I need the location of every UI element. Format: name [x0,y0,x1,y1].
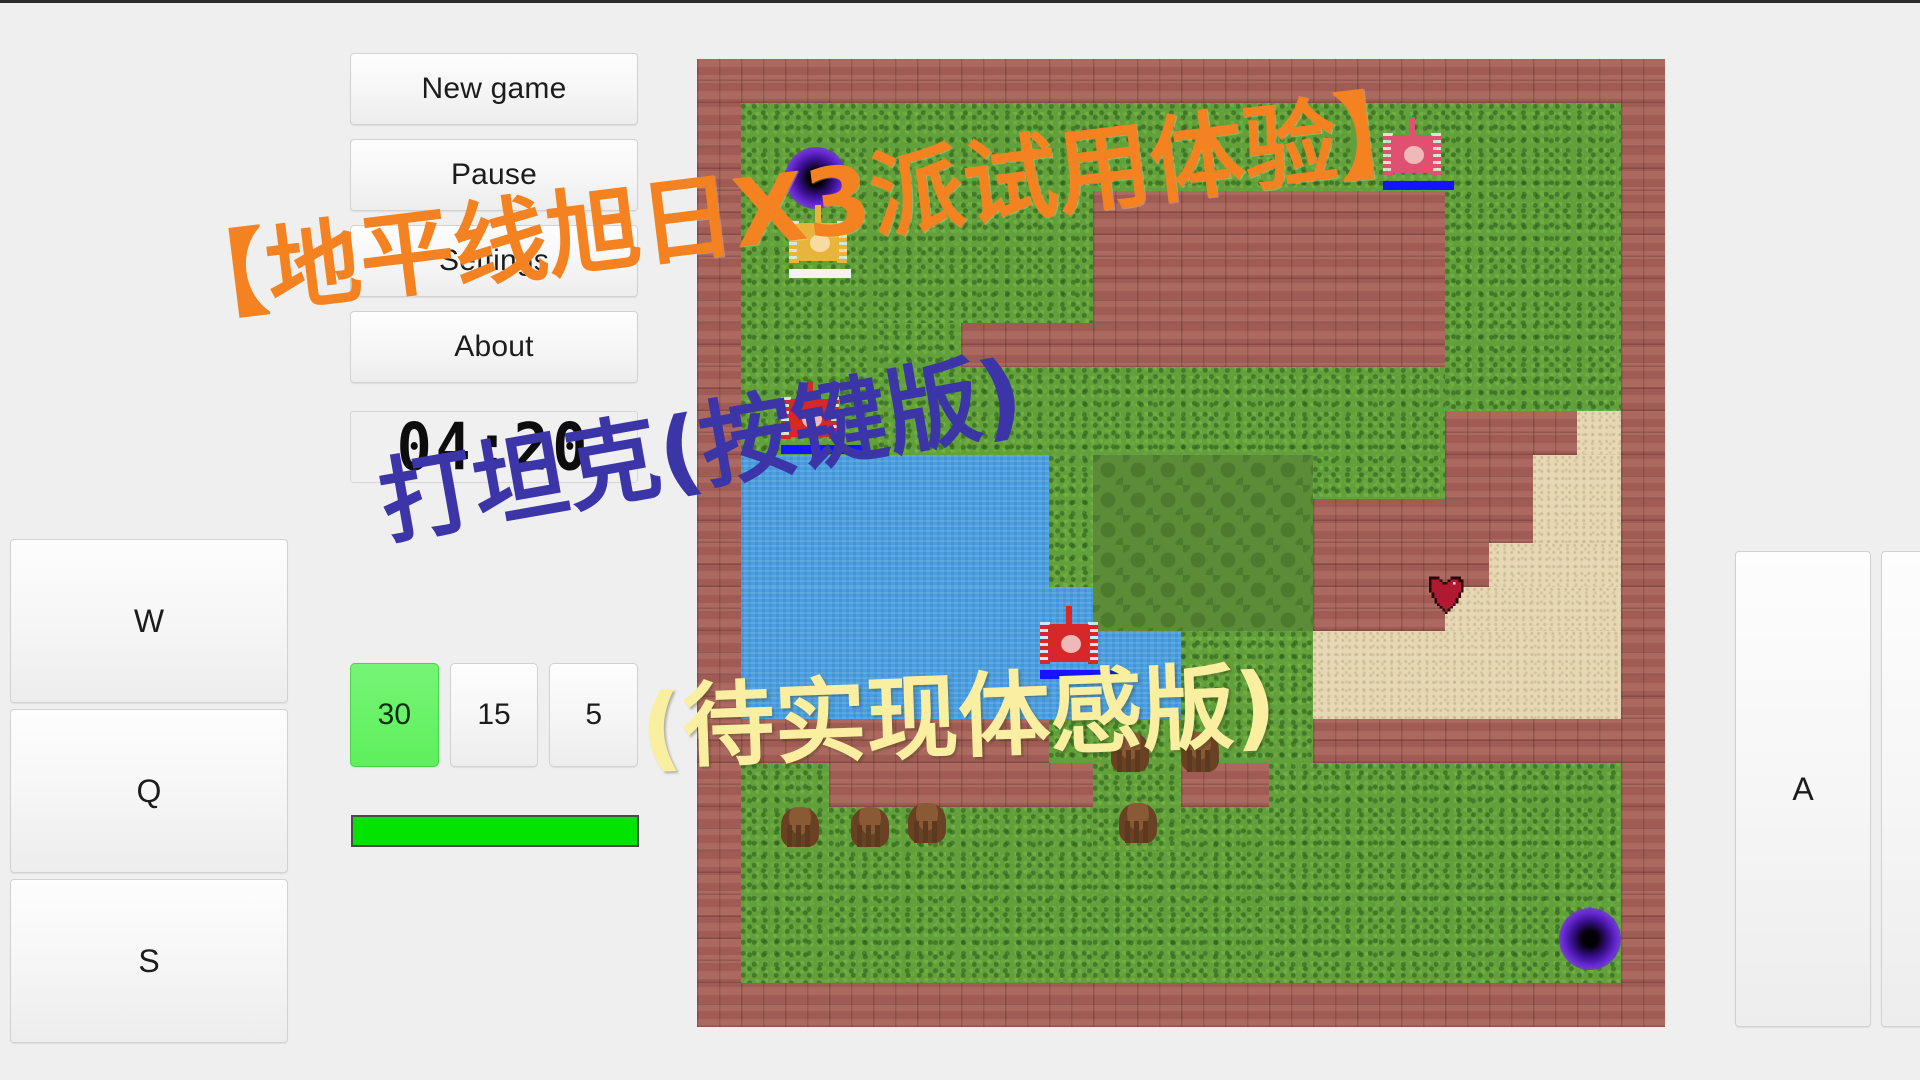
pause-button[interactable]: Pause [350,139,638,211]
tank-barrel [1066,605,1073,626]
key-a-button[interactable]: A [1735,551,1871,1027]
settings-button[interactable]: Settings [350,225,638,297]
game-board[interactable] [697,59,1665,1027]
new-game-button[interactable]: New game [350,53,638,125]
grass-tile [829,807,1269,983]
tank-health-bar [780,445,865,455]
bush-tile [1093,455,1313,631]
right-keypad: A [1735,551,1920,1027]
tree-stump-sprite [851,807,889,847]
tank-turret [799,408,824,431]
portal-sprite [1559,908,1621,970]
about-button[interactable]: About [350,311,638,383]
tank-health-bar [1040,669,1124,679]
key-secondary-button[interactable] [1881,551,1920,1027]
progress-bar-fill [353,817,637,845]
grass-tile [873,103,1093,323]
game-app-window: New game Pause Settings About 04:20 30 1… [0,0,1920,1080]
tree-stump-sprite [1181,732,1219,773]
grass-tile [741,763,829,983]
timer-value: 04:20 [396,408,592,486]
heart-pickup-icon [1423,574,1467,614]
left-keypad: W Q S [10,539,288,1049]
water-tile [741,455,1049,587]
tank-sprite [789,205,848,265]
tree-stump-sprite [1119,802,1158,843]
speed-option-5[interactable]: 5 [549,663,639,767]
tank-turret [1059,632,1084,655]
game-board-canvas[interactable] [697,59,1665,1027]
tank-barrel [815,205,822,226]
portal-sprite [785,147,847,209]
tank-sprite [780,381,839,441]
tank-barrel [806,381,813,402]
tree-stump-sprite [1110,732,1149,773]
key-s-button[interactable]: S [10,879,288,1043]
grass-tile [1445,103,1621,411]
game-timer-panel: 04:20 [350,411,638,483]
tank-sprite [1383,117,1442,177]
tank-health-bar [1383,181,1454,191]
tree-stump-sprite [780,807,819,847]
grass-tile [1093,103,1225,191]
sand-tile [1313,631,1621,719]
speed-selector: 30 15 5 [350,663,639,767]
tree-stump-sprite [908,802,947,843]
progress-bar [351,815,639,847]
key-w-button[interactable]: W [10,539,288,703]
tank-health-bar [789,269,851,279]
tank-sprite [1040,605,1099,666]
menu-column: New game Pause Settings About [350,53,638,397]
tank-barrel [1409,117,1416,138]
speed-option-15[interactable]: 15 [449,663,539,767]
speed-option-30[interactable]: 30 [350,663,439,767]
key-q-button[interactable]: Q [10,709,288,873]
